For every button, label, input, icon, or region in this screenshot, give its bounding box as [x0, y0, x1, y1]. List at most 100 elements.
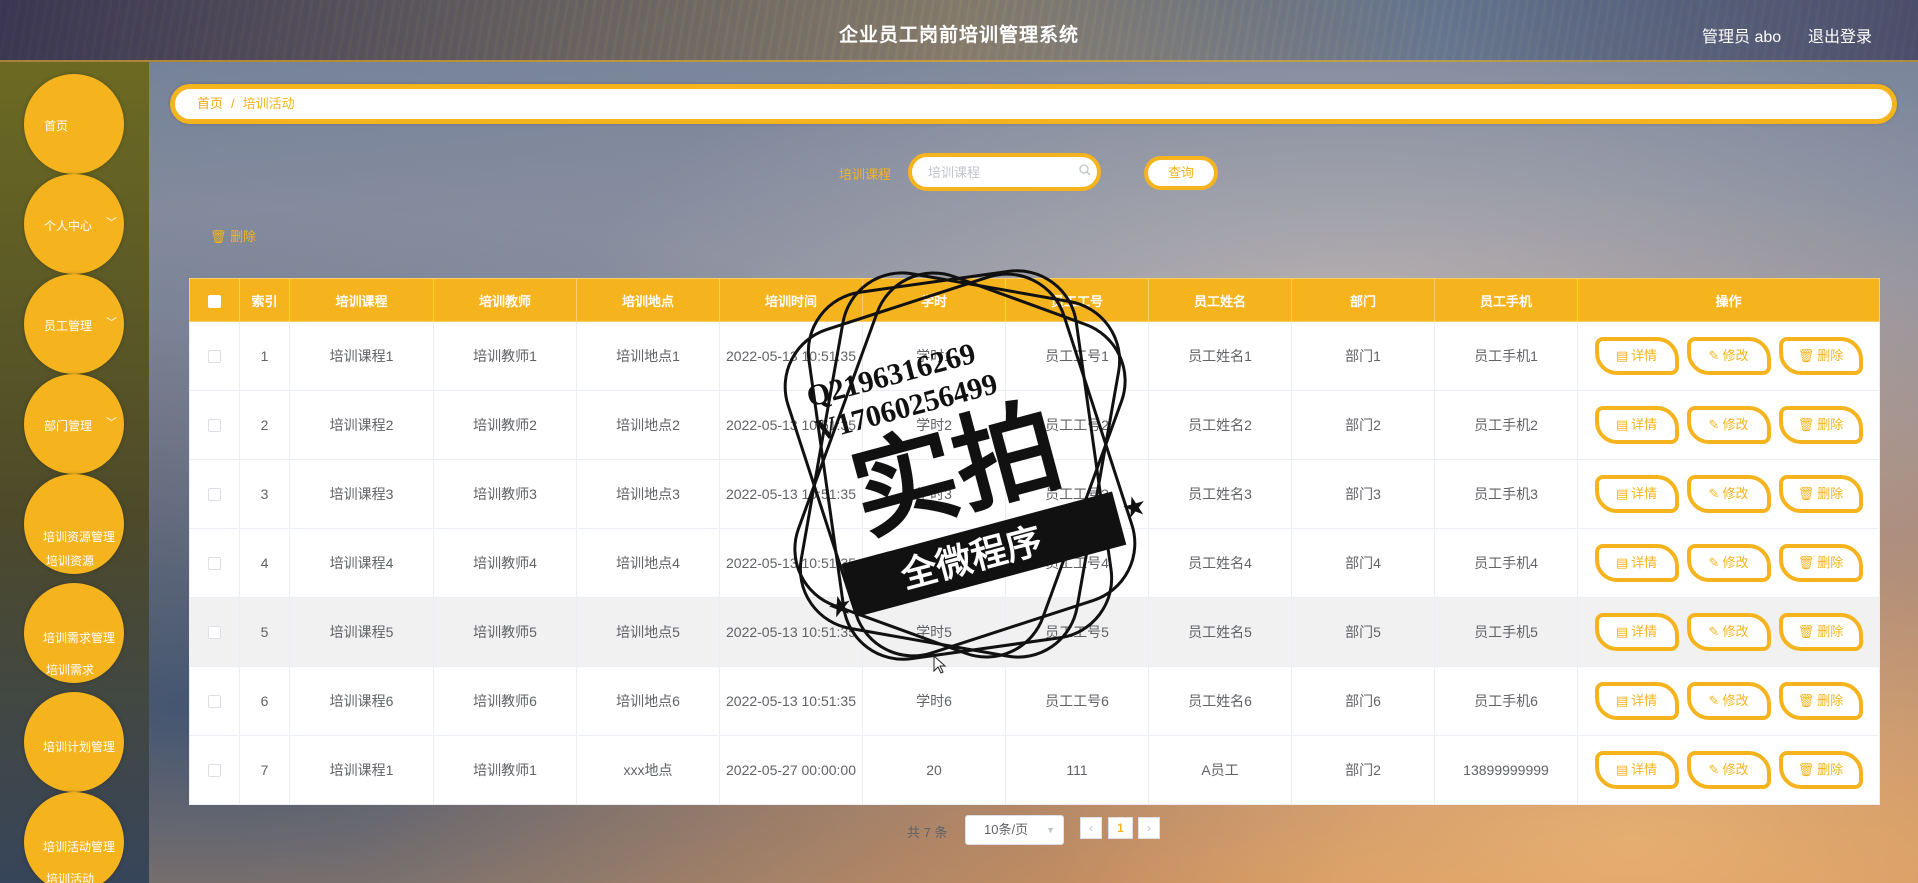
cell-emp-name: 员工姓名4 [1148, 528, 1292, 598]
action-label: 详情 [1631, 624, 1658, 639]
cell-dept: 部门2 [1291, 735, 1435, 805]
delete-button[interactable]: 🗑 删除 [1778, 751, 1863, 789]
column-header: 操作 [1577, 278, 1880, 322]
table-row: 6 培训课程6 培训教师6 培训地点6 2022-05-13 10:51:35 学时6 员工… [189, 666, 1880, 736]
row-checkbox[interactable] [208, 557, 221, 571]
next-page-button[interactable]: › [1138, 817, 1160, 839]
edit-button[interactable]: ✎ 修改 [1686, 613, 1771, 651]
sidebar-item-label: 首页 [44, 119, 69, 133]
cell-course: 培训课程6 [289, 666, 434, 736]
sidebar-subitem-demand[interactable]: 培训需求 [46, 661, 94, 678]
row-actions: ▤ 详情 ✎ 修改 🗑 删除 [1577, 735, 1880, 805]
delete-button[interactable]: 🗑 删除 [1778, 406, 1863, 444]
page-size-select[interactable]: 10条/页 ▼ [965, 815, 1064, 845]
delete-button[interactable]: 🗑 删除 [1778, 337, 1863, 375]
trash-icon: 🗑 [1797, 555, 1815, 570]
trash-icon: 🗑 [1797, 693, 1815, 708]
cell-dept: 部门3 [1291, 459, 1435, 529]
row-checkbox[interactable] [208, 419, 221, 433]
detail-button[interactable]: ▤ 详情 [1594, 544, 1679, 582]
cell-time: 2022-05-27 00:00:00 [719, 735, 863, 805]
action-label: 删除 [1817, 417, 1844, 432]
sidebar-item-plan-management[interactable]: 培训计划管理 [24, 692, 124, 792]
detail-button[interactable]: ▤ 详情 [1594, 337, 1679, 375]
action-label: 删除 [1817, 693, 1844, 708]
page-number-current[interactable]: 1 [1108, 817, 1133, 839]
edit-icon: ✎ [1708, 693, 1720, 708]
cell-phone: 员工手机3 [1434, 459, 1578, 529]
edit-button[interactable]: ✎ 修改 [1686, 544, 1771, 582]
sidebar-item-department-management[interactable]: 部门管理 ﹀ [24, 374, 124, 474]
row-select-cell [189, 597, 240, 667]
cell-index: 1 [239, 321, 290, 391]
delete-button[interactable]: 🗑 删除 [1778, 682, 1863, 720]
chevron-down-icon: ﹀ [106, 417, 117, 429]
logout-link[interactable]: 退出登录 [1808, 23, 1872, 47]
delete-button[interactable]: 🗑 删除 [1778, 613, 1863, 651]
column-header: 培训教师 [433, 278, 577, 322]
sidebar-subitem-resource[interactable]: 培训资源 [46, 552, 94, 569]
prev-page-button[interactable]: ‹ [1080, 817, 1102, 839]
trash-icon: 🗑 [1797, 624, 1815, 639]
row-checkbox[interactable] [208, 626, 221, 640]
row-actions: ▤ 详情 ✎ 修改 🗑 删除 [1577, 597, 1880, 667]
edit-button[interactable]: ✎ 修改 [1686, 406, 1771, 444]
detail-button[interactable]: ▤ 详情 [1594, 751, 1679, 789]
trash-icon: 🗑 [210, 229, 227, 244]
cell-place: xxx地点 [576, 735, 720, 805]
cell-place: 培训地点3 [576, 459, 720, 529]
cell-phone: 员工手机1 [1434, 321, 1578, 391]
edit-button[interactable]: ✎ 修改 [1686, 337, 1771, 375]
table-row: 2 培训课程2 培训教师2 培训地点2 2022-05-13 10:51:35 学时2 员工… [189, 390, 1880, 460]
detail-button[interactable]: ▤ 详情 [1594, 475, 1679, 513]
cell-time: 2022-05-13 10:51:35 [719, 459, 863, 529]
cell-hours: 20 [862, 735, 1006, 805]
breadcrumb-home[interactable]: 首页 [197, 96, 223, 111]
document-icon: ▤ [1615, 486, 1629, 501]
delete-button[interactable]: 🗑 删除 [1778, 544, 1863, 582]
activity-table: 索引 培训课程 培训教师 培训地点 培训时间 学时 员工工号 员工姓名 部门 员… [189, 278, 1880, 805]
cell-emp-no: 员工工号6 [1005, 666, 1149, 736]
table-row: 1 培训课程1 培训教师1 培训地点1 2022-05-13 10:51:35 学时1 员工… [189, 321, 1880, 391]
select-all-checkbox[interactable] [208, 294, 221, 308]
row-checkbox[interactable] [208, 695, 221, 709]
row-select-cell [189, 459, 240, 529]
cell-phone: 员工手机2 [1434, 390, 1578, 460]
edit-button[interactable]: ✎ 修改 [1686, 682, 1771, 720]
cell-emp-no: 员工工号4 [1005, 528, 1149, 598]
breadcrumb: 首页 / 培训活动 [170, 84, 1897, 124]
sidebar: 首页 个人中心 ﹀ 员工管理 ﹀ 部门管理 ﹀ 培训资源管理 培训资源 培训需求… [0, 62, 149, 883]
page-size-value: 10条/页 [984, 822, 1029, 837]
edit-icon: ✎ [1708, 348, 1720, 363]
cell-hours: 学时3 [862, 459, 1006, 529]
action-label: 修改 [1722, 417, 1749, 432]
cell-teacher: 培训教师1 [433, 735, 577, 805]
action-label: 修改 [1722, 762, 1749, 777]
edit-button[interactable]: ✎ 修改 [1686, 751, 1771, 789]
cell-place: 培训地点6 [576, 666, 720, 736]
detail-button[interactable]: ▤ 详情 [1594, 406, 1679, 444]
query-button[interactable]: 查询 [1144, 156, 1218, 190]
edit-button[interactable]: ✎ 修改 [1686, 475, 1771, 513]
column-header: 员工工号 [1005, 278, 1149, 322]
row-checkbox[interactable] [208, 764, 221, 778]
sidebar-subitem-activity[interactable]: 培训活动 [46, 870, 94, 883]
cell-course: 培训课程4 [289, 528, 434, 598]
cell-index: 4 [239, 528, 290, 598]
sidebar-item-label: 员工管理 [44, 319, 93, 333]
row-checkbox[interactable] [208, 488, 221, 502]
delete-button[interactable]: 🗑 删除 [1778, 475, 1863, 513]
current-user-label: 管理员 abo [1702, 29, 1782, 46]
sidebar-item-personal-center[interactable]: 个人中心 ﹀ [24, 174, 124, 274]
table-row: 3 培训课程3 培训教师3 培训地点3 2022-05-13 10:51:35 学时3 员工… [189, 459, 1880, 529]
sidebar-item-employee-management[interactable]: 员工管理 ﹀ [24, 274, 124, 374]
batch-delete-button[interactable]: 🗑 删除 [210, 226, 256, 245]
search-input[interactable] [912, 157, 1072, 187]
row-checkbox[interactable] [208, 350, 221, 364]
detail-button[interactable]: ▤ 详情 [1594, 682, 1679, 720]
detail-button[interactable]: ▤ 详情 [1594, 613, 1679, 651]
cell-index: 7 [239, 735, 290, 805]
chevron-down-icon: ▼ [1046, 825, 1055, 835]
sidebar-item-home[interactable]: 首页 [24, 74, 124, 174]
column-header: 索引 [239, 278, 290, 322]
